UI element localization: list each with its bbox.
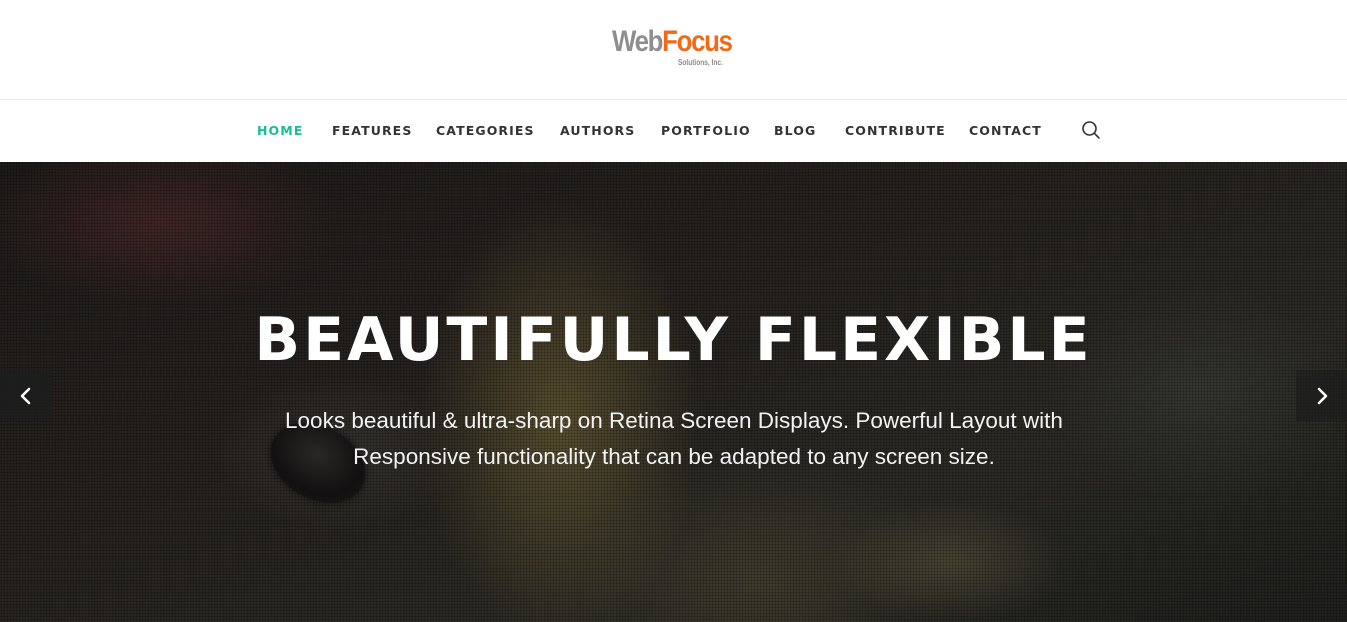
nav-item-home[interactable]: HOME [257,123,303,139]
main-nav: HOME FEATURES CATEGORIES AUTHORS PORTFOL… [0,100,1347,162]
logo-web-text: Web [612,25,663,58]
nav-item-authors[interactable]: AUTHORS [560,123,635,139]
chevron-right-icon [1317,387,1328,405]
hero-slider: BEAUTIFULLY FLEXIBLE Looks beautiful & u… [0,162,1347,622]
nav-item-contribute[interactable]: CONTRIBUTE [845,123,946,139]
site-header: WebFocus Solutions, Inc. [0,0,1347,100]
logo-focus-text: Focus [662,25,733,58]
logo-wordmark: WebFocus [612,25,733,58]
nav-item-blog[interactable]: BLOG [774,123,816,139]
nav-item-portfolio[interactable]: PORTFOLIO [661,123,751,139]
slider-next-button[interactable] [1296,370,1347,421]
slider-prev-button[interactable] [0,370,51,421]
hero-description: Looks beautiful & ultra-sharp on Retina … [285,408,1063,469]
nav-item-contact[interactable]: CONTACT [969,123,1042,139]
search-icon[interactable] [1080,119,1102,141]
logo-tagline: Solutions, Inc. [678,58,723,67]
chevron-left-icon [20,387,31,405]
site-logo[interactable]: WebFocus Solutions, Inc. [612,26,742,72]
hero-title: BEAUTIFULLY FLEXIBLE [254,305,1093,375]
nav-item-features[interactable]: FEATURES [332,123,412,139]
nav-item-categories[interactable]: CATEGORIES [436,123,535,139]
